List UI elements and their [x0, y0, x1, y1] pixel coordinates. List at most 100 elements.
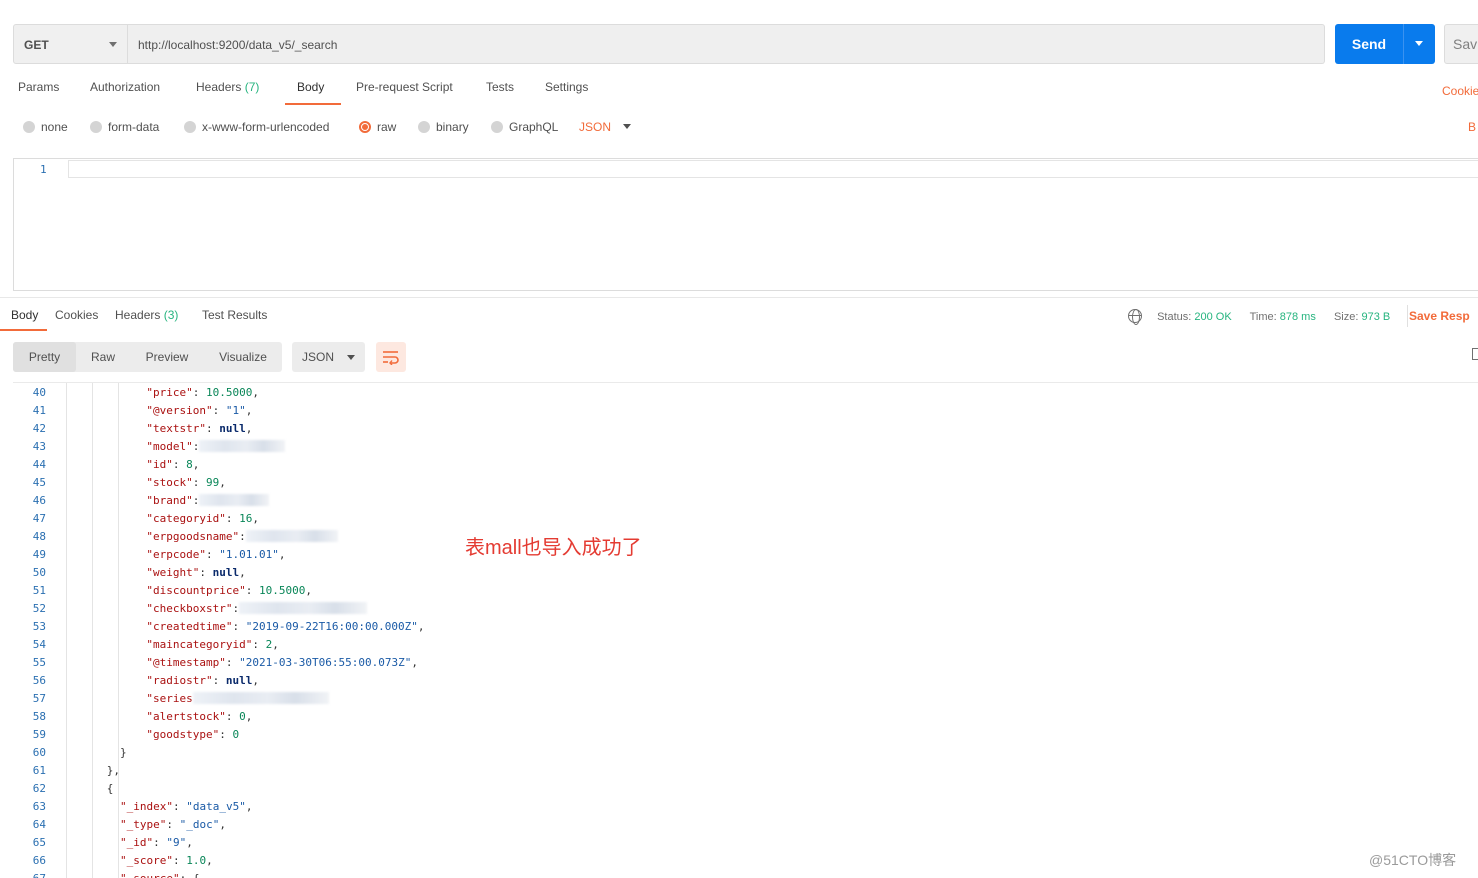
line-number: 55 — [32, 656, 46, 669]
code-line: 65 "_id": "9", — [13, 834, 1478, 852]
code-line: 62 { — [13, 780, 1478, 798]
save-response-button[interactable]: Save Resp — [1409, 309, 1470, 323]
code-text: "textstr": null, — [146, 422, 253, 435]
json-key: "id" — [146, 458, 173, 471]
code-line: 50 "weight": null, — [13, 564, 1478, 582]
code-line: 64 "_type": "_doc", — [13, 816, 1478, 834]
code-line: 42 "textstr": null, — [13, 420, 1478, 438]
response-body-viewer[interactable]: 40 "price": 10.5000, 41 "@version": "1", 42 "… — [13, 382, 1478, 878]
tab-test-results[interactable]: Test Results — [202, 308, 267, 330]
editor-active-line[interactable] — [68, 160, 1478, 178]
radio-binary[interactable]: binary — [418, 120, 469, 134]
code-line: 56 "radiostr": null, — [13, 672, 1478, 690]
pane-divider[interactable] — [0, 297, 1478, 298]
line-number: 54 — [32, 638, 46, 651]
tab-tests[interactable]: Tests — [486, 80, 514, 102]
json-key: "_id" — [120, 836, 154, 849]
url-input[interactable]: http://localhost:9200/data_v5/_search — [128, 24, 1325, 64]
line-number: 48 — [32, 530, 46, 543]
redacted-value — [245, 530, 338, 542]
line-number: 47 — [32, 512, 46, 525]
line-number: 53 — [32, 620, 46, 633]
json-value: { — [193, 872, 200, 878]
code-text: { — [107, 780, 114, 798]
json-key: "@version" — [146, 404, 213, 417]
json-key: "series — [146, 692, 193, 705]
json-value: { — [106, 782, 114, 795]
json-key: "textstr" — [146, 422, 206, 435]
tab-params[interactable]: Params — [18, 80, 59, 102]
code-line: 53 "createdtime": "2019-09-22T16:00:00.00… — [13, 618, 1478, 636]
tab-pre-request-script[interactable]: Pre-request Script — [356, 80, 453, 102]
tab-response-cookies[interactable]: Cookies — [55, 308, 98, 330]
code-line: 67 "_source": { — [13, 870, 1478, 878]
cookies-link[interactable]: Cookie — [1442, 84, 1478, 98]
line-number: 58 — [32, 710, 46, 723]
tab-settings[interactable]: Settings — [545, 80, 588, 102]
json-value: "1.01.01" — [219, 548, 279, 561]
tab-body[interactable]: Body — [297, 80, 324, 102]
code-text: }, — [107, 762, 120, 780]
code-text: "_type": "_doc", — [120, 818, 226, 831]
json-value: 16 — [239, 512, 253, 525]
code-line: 45 "stock": 99, — [13, 474, 1478, 492]
send-button[interactable]: Send — [1335, 24, 1435, 64]
code-line: 54 "maincategoryid": 2, — [13, 636, 1478, 654]
json-value: "9" — [166, 836, 187, 849]
chevron-down-icon — [623, 124, 632, 129]
code-line: 58 "alertstock": 0, — [13, 708, 1478, 726]
json-value: "1" — [225, 404, 246, 417]
radio-icon — [184, 121, 196, 133]
json-key: "checkboxstr" — [146, 602, 233, 615]
save-button[interactable]: Sav — [1444, 24, 1478, 64]
line-number: 60 — [32, 746, 46, 759]
request-body-editor[interactable]: 1 — [13, 158, 1478, 291]
view-mode-group: Pretty Raw Preview Visualize — [13, 342, 282, 372]
tab-response-body[interactable]: Body — [11, 308, 38, 330]
json-key: "stock" — [146, 476, 193, 489]
code-line: 61}, — [13, 762, 1478, 780]
code-text: } — [120, 744, 127, 762]
redacted-value — [192, 692, 329, 704]
json-value: 8 — [186, 458, 193, 471]
line-number: 43 — [32, 440, 46, 453]
wrap-lines-button[interactable] — [376, 342, 406, 372]
view-preview-button[interactable]: Preview — [130, 342, 204, 372]
json-key: "createdtime" — [146, 620, 233, 633]
tab-authorization[interactable]: Authorization — [90, 80, 160, 102]
redacted-value — [199, 440, 286, 452]
json-value: 10.5000 — [206, 386, 253, 399]
json-value: "_doc" — [179, 818, 220, 831]
json-key: "_type" — [120, 818, 167, 831]
view-pretty-button[interactable]: Pretty — [13, 342, 76, 372]
beautify-link[interactable]: B — [1468, 120, 1476, 134]
view-visualize-button[interactable]: Visualize — [204, 342, 282, 372]
radio-none[interactable]: none — [23, 120, 68, 134]
method-select[interactable]: GET — [13, 24, 128, 64]
active-tab-underline — [0, 329, 47, 331]
radio-raw[interactable]: raw — [359, 120, 396, 134]
tab-response-headers[interactable]: Headers (3) — [115, 308, 178, 330]
tab-headers[interactable]: Headers (7) — [196, 80, 259, 102]
view-raw-button[interactable]: Raw — [76, 342, 130, 372]
globe-icon[interactable] — [1128, 309, 1142, 325]
line-number: 49 — [32, 548, 46, 561]
body-format-select[interactable]: JSON — [579, 120, 632, 134]
radio-form-data[interactable]: form-data — [90, 120, 159, 134]
json-value: 99 — [206, 476, 220, 489]
radio-x-www-form-urlencoded[interactable]: x-www-form-urlencoded — [184, 120, 329, 134]
copy-icon[interactable] — [1472, 348, 1478, 360]
json-value: }, — [106, 764, 121, 777]
json-key: "_index" — [120, 800, 173, 813]
json-value: 0 — [232, 728, 240, 741]
send-options-chevron-icon[interactable] — [1415, 41, 1423, 46]
radio-graphql[interactable]: GraphQL — [491, 120, 558, 134]
line-number: 57 — [32, 692, 46, 705]
json-key: "discountprice" — [146, 584, 246, 597]
json-value: 0 — [239, 710, 246, 723]
response-format-select[interactable]: JSON — [292, 342, 365, 372]
line-number: 64 — [32, 818, 46, 831]
line-number: 63 — [32, 800, 46, 813]
code-line: 41 "@version": "1", — [13, 402, 1478, 420]
json-key: "goodstype" — [146, 728, 220, 741]
